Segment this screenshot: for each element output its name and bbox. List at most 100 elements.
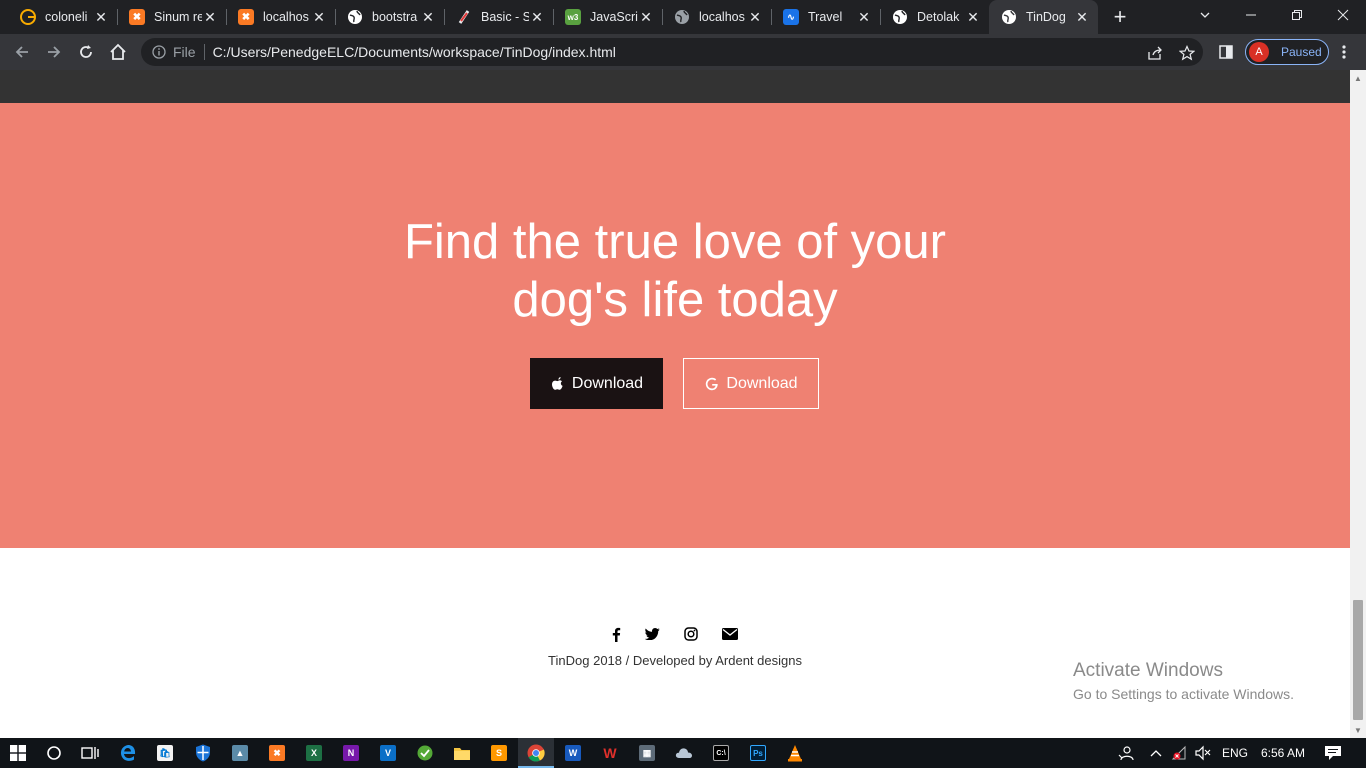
- close-icon[interactable]: ✕: [93, 9, 109, 25]
- wps-icon[interactable]: W: [600, 743, 620, 763]
- tab-title: bootstra: [372, 10, 418, 24]
- side-panel-button[interactable]: [1214, 40, 1238, 64]
- people-icon[interactable]: [1116, 743, 1136, 763]
- w3schools-icon: w3: [565, 9, 581, 25]
- minimize-button[interactable]: [1228, 0, 1274, 30]
- twitter-icon[interactable]: [644, 626, 660, 642]
- facebook-icon[interactable]: [608, 626, 624, 642]
- onenote-icon[interactable]: N: [341, 743, 361, 763]
- scroll-up-icon[interactable]: ▲: [1354, 74, 1362, 83]
- profile-button[interactable]: A Paused: [1245, 39, 1329, 65]
- tab-localhost-1[interactable]: ✖ localhos ✕: [226, 0, 335, 34]
- tab-travel[interactable]: ∿ Travel ✕: [771, 0, 880, 34]
- tab-title: Detolak: [917, 10, 960, 24]
- notification-icon[interactable]: [1323, 743, 1343, 763]
- travel-icon: ∿: [783, 9, 799, 25]
- excel-icon[interactable]: X: [304, 743, 324, 763]
- reload-button[interactable]: [74, 40, 98, 64]
- arrow-right-icon: [48, 46, 61, 58]
- close-icon[interactable]: ✕: [420, 9, 436, 25]
- new-tab-button[interactable]: +: [1108, 4, 1132, 29]
- tab-detolak[interactable]: Detolak ✕: [880, 0, 989, 34]
- address-divider: [203, 44, 205, 60]
- activate-windows-title: Activate Windows: [1073, 660, 1223, 681]
- bookmark-star-icon[interactable]: [1178, 44, 1196, 62]
- language-indicator[interactable]: ENG: [1222, 746, 1248, 760]
- activate-windows-subtitle: Go to Settings to activate Windows.: [1073, 686, 1294, 702]
- tab-title: localhos: [699, 10, 745, 24]
- search-icon[interactable]: [44, 743, 64, 763]
- address-bar[interactable]: File C:/Users/PenedgeELC/Documents/works…: [141, 38, 1203, 66]
- share-icon[interactable]: [1146, 44, 1164, 62]
- menu-button[interactable]: [1334, 42, 1354, 62]
- avatar: A: [1249, 42, 1269, 62]
- url-text[interactable]: C:/Users/PenedgeELC/Documents/workspace/…: [213, 44, 616, 60]
- word-icon[interactable]: W: [563, 743, 583, 763]
- tab-tindog[interactable]: TinDog ✕: [989, 0, 1098, 34]
- close-icon[interactable]: ✕: [856, 9, 872, 25]
- chrome-icon[interactable]: [526, 743, 546, 763]
- photos-icon[interactable]: ▲: [230, 743, 250, 763]
- restore-button[interactable]: [1274, 0, 1320, 30]
- tab-bootstrap[interactable]: bootstra ✕: [335, 0, 444, 34]
- close-icon[interactable]: ✕: [311, 9, 327, 25]
- close-icon[interactable]: ✕: [202, 9, 218, 25]
- close-icon: [1337, 9, 1349, 21]
- tab-search-button[interactable]: [1182, 0, 1228, 30]
- calculator-icon[interactable]: ▦: [637, 743, 657, 763]
- start-icon[interactable]: [8, 743, 28, 763]
- info-icon[interactable]: [151, 44, 167, 60]
- clock[interactable]: 6:56 AM: [1261, 746, 1305, 760]
- cloud-icon[interactable]: [674, 743, 694, 763]
- file-explorer-icon[interactable]: [452, 743, 472, 763]
- store-icon[interactable]: 🛍: [155, 743, 175, 763]
- arrow-left-icon: [15, 46, 28, 58]
- vscode-icon[interactable]: V: [378, 743, 398, 763]
- scrollbar-thumb[interactable]: [1353, 600, 1363, 720]
- site-footer: TinDog 2018 / Developed by Ardent design…: [0, 548, 1350, 738]
- tab-javascript[interactable]: w3 JavaScrip ✕: [553, 0, 662, 34]
- close-icon[interactable]: ✕: [638, 9, 654, 25]
- photoshop-icon[interactable]: Ps: [748, 743, 768, 763]
- scroll-down-icon[interactable]: ▼: [1354, 726, 1362, 735]
- restore-icon: [1292, 10, 1302, 20]
- chevron-down-icon: [1200, 12, 1210, 18]
- close-icon[interactable]: ✕: [965, 9, 981, 25]
- hero-title-line-2: dog's life today: [512, 273, 838, 327]
- volume-muted-icon[interactable]: [1193, 743, 1213, 763]
- windows-taskbar: 🛍 ▲ ✖ X N V S W W ▦ C:\ Ps ENG 6:56 AM: [0, 738, 1366, 768]
- envelope-icon[interactable]: [722, 626, 738, 642]
- network-disconnected-icon[interactable]: [1170, 743, 1190, 763]
- page-viewport: Find the true love of your dog's life to…: [0, 70, 1350, 738]
- back-button[interactable]: [10, 40, 34, 64]
- side-panel-icon: [1219, 45, 1233, 59]
- close-icon[interactable]: ✕: [529, 9, 545, 25]
- cmd-icon[interactable]: C:\: [711, 743, 731, 763]
- kebab-menu-icon: [1342, 45, 1346, 59]
- greenshot-icon[interactable]: [415, 743, 435, 763]
- call-to-action-section: Find the true love of your dog's life to…: [0, 103, 1350, 548]
- download-google-button[interactable]: Download: [683, 358, 819, 409]
- tab-coloneli[interactable]: coloneli ✕: [8, 0, 117, 34]
- close-icon[interactable]: ✕: [747, 9, 763, 25]
- task-view-icon[interactable]: [80, 743, 100, 763]
- close-window-button[interactable]: [1320, 0, 1366, 30]
- defender-icon[interactable]: [193, 743, 213, 763]
- tab-localhost-2[interactable]: localhos ✕: [662, 0, 771, 34]
- instagram-icon[interactable]: [683, 626, 699, 642]
- edge-icon[interactable]: [118, 743, 138, 763]
- xampp-icon[interactable]: ✖: [267, 743, 287, 763]
- forward-button[interactable]: [42, 40, 66, 64]
- google-color-icon: [20, 9, 36, 25]
- chevron-up-icon[interactable]: [1146, 743, 1166, 763]
- close-icon[interactable]: ✕: [1074, 9, 1090, 25]
- sublime-icon[interactable]: S: [489, 743, 509, 763]
- site-navbar: [0, 70, 1350, 103]
- tab-sinum[interactable]: ✖ Sinum re ✕: [117, 0, 226, 34]
- home-button[interactable]: [106, 40, 130, 64]
- vertical-scrollbar[interactable]: ▲ ▼: [1350, 70, 1366, 738]
- download-apple-button[interactable]: Download: [530, 358, 663, 409]
- tab-title: Travel: [808, 10, 843, 24]
- tab-basic[interactable]: Basic - S ✕: [444, 0, 553, 34]
- vlc-icon[interactable]: [785, 743, 805, 763]
